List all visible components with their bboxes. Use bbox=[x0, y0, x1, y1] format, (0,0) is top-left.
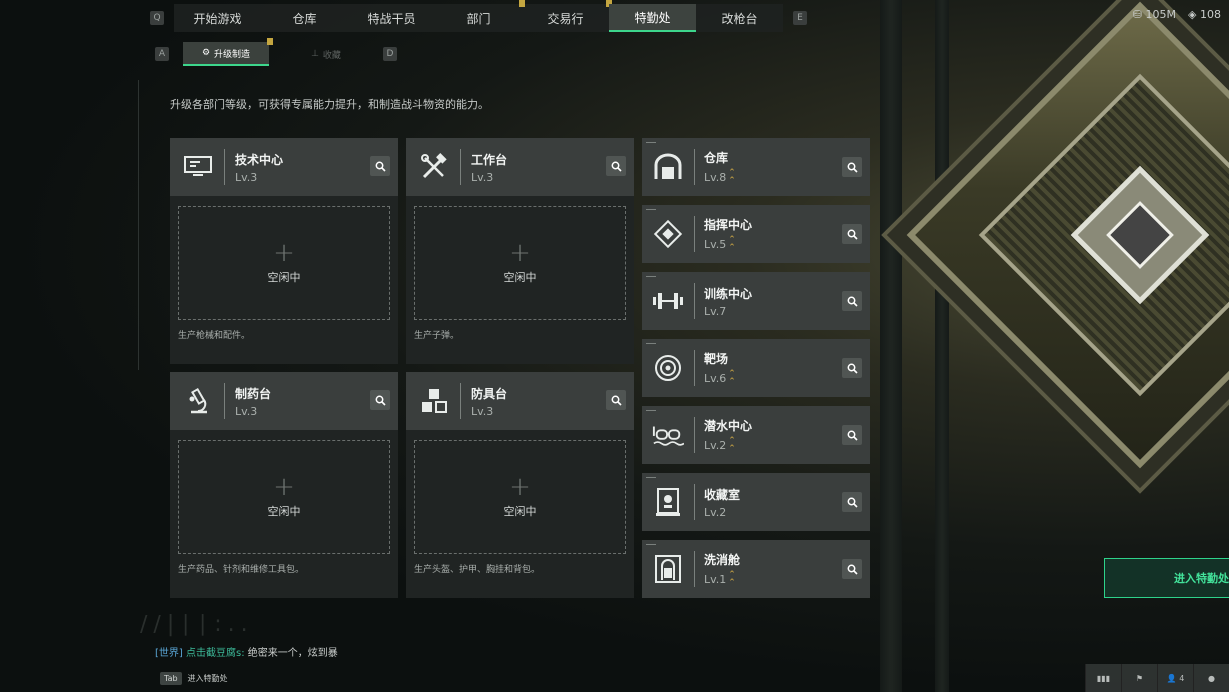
warehouse-icon bbox=[652, 151, 684, 183]
workshop-description: 生产枪械和配件。 bbox=[178, 331, 251, 341]
currency-2: ◈ 108 bbox=[1188, 8, 1221, 21]
plus-icon: + bbox=[273, 472, 295, 502]
decorative-watermark: ∕∕|∣∣:.. bbox=[140, 612, 254, 637]
menu-icon[interactable]: ● bbox=[1193, 664, 1229, 692]
cubes-icon bbox=[416, 383, 452, 419]
nav-right-key: E bbox=[793, 11, 807, 25]
workshop-name: 防具台 bbox=[471, 386, 508, 401]
workshop-level: Lv.3 bbox=[471, 404, 494, 418]
chat-message[interactable]: [世界] 点击截豆腐s: 绝密来一个，炫到暴 bbox=[155, 644, 338, 659]
tab-hint[interactable]: Tab 进入特勤处 bbox=[160, 672, 228, 685]
building-warehouse[interactable]: 仓库 Lv.8 ⌃ ⌃ bbox=[642, 138, 870, 196]
search-icon[interactable] bbox=[606, 156, 626, 176]
tab-operators[interactable]: 特战干员 bbox=[348, 4, 435, 32]
tab-department[interactable]: 部门 bbox=[435, 0, 525, 32]
subnav-left-key: A bbox=[155, 47, 169, 61]
trophy-icon bbox=[652, 486, 684, 518]
command-icon bbox=[652, 218, 684, 250]
tab-trading[interactable]: 交易行 bbox=[522, 0, 612, 32]
workshop-card-workbench: 工作台 Lv.3 + 空闲中 生产子弹。 bbox=[406, 138, 634, 364]
building-collection-room[interactable]: 收藏室 Lv.2 bbox=[642, 473, 870, 531]
top-nav: Q 开始游戏 仓库 特战干员 部门 交易行 特勤处 改枪台 E bbox=[150, 0, 807, 32]
search-icon[interactable] bbox=[842, 224, 862, 244]
building-diving-center[interactable]: 潜水中心 Lv.2 ⌃ ⌃ bbox=[642, 406, 870, 464]
upgrade-arrow-icon: ⌃ ⌃ bbox=[728, 369, 736, 387]
workshop-description: 生产头盔、护甲、胸挂和背包。 bbox=[414, 565, 541, 575]
upgrade-arrow-icon: ⌃ ⌃ bbox=[728, 436, 736, 454]
flag-icon[interactable]: ⚑ bbox=[1121, 664, 1157, 692]
tab-start-game[interactable]: 开始游戏 bbox=[174, 4, 261, 32]
building-shooting-range[interactable]: 靶场 Lv.6 ⌃ ⌃ bbox=[642, 339, 870, 397]
search-icon[interactable] bbox=[370, 156, 390, 176]
search-icon[interactable] bbox=[606, 390, 626, 410]
tab-key: Tab bbox=[160, 672, 182, 685]
microscope-icon bbox=[180, 383, 216, 419]
search-icon[interactable] bbox=[842, 358, 862, 378]
building-command-center[interactable]: 指挥中心 Lv.5 ⌃ ⌃ bbox=[642, 205, 870, 263]
plus-icon: + bbox=[273, 238, 295, 268]
search-icon[interactable] bbox=[842, 492, 862, 512]
building-decon-chamber[interactable]: 洗消舱 Lv.1 ⌃ ⌃ bbox=[642, 540, 870, 598]
currency-1: ⛁ 105M bbox=[1132, 8, 1177, 21]
divider bbox=[138, 80, 139, 370]
enter-special-ops-button[interactable]: 进入特勤处 bbox=[1104, 558, 1229, 598]
nav-left-key: Q bbox=[150, 11, 164, 25]
chat-user: 点击截豆腐s: bbox=[186, 648, 245, 659]
workshop-description: 生产药品、针剂和维修工具包。 bbox=[178, 565, 305, 575]
workshop-name: 工作台 bbox=[471, 152, 508, 167]
search-icon[interactable] bbox=[842, 157, 862, 177]
plus-icon: + bbox=[509, 472, 531, 502]
craft-slot[interactable]: + 空闲中 bbox=[178, 440, 390, 554]
monitor-icon bbox=[180, 149, 216, 185]
stats-icon[interactable]: ▮▮▮ bbox=[1085, 664, 1121, 692]
friends-icon[interactable]: 👤 4 bbox=[1157, 664, 1193, 692]
chat-channel: [世界] bbox=[155, 648, 183, 659]
tab-warehouse[interactable]: 仓库 bbox=[261, 4, 348, 32]
workshop-card-pharmacy: 制药台 Lv.3 + 空闲中 生产药品、针剂和维修工具包。 bbox=[170, 372, 398, 598]
tab-collection[interactable]: ⊥ 收藏 bbox=[283, 42, 369, 66]
tab-gunsmith[interactable]: 改枪台 bbox=[696, 4, 783, 32]
plus-icon: + bbox=[509, 238, 531, 268]
sub-nav: A ⚙ 升级制造 ⊥ 收藏 D bbox=[155, 38, 397, 66]
workshop-card-armor-bench: 防具台 Lv.3 + 空闲中 生产头盔、护甲、胸挂和背包。 bbox=[406, 372, 634, 598]
hazmat-icon bbox=[652, 553, 684, 585]
tab-upgrade-craft[interactable]: ⚙ 升级制造 bbox=[183, 38, 273, 66]
craft-slot[interactable]: + 空闲中 bbox=[178, 206, 390, 320]
workshop-level: Lv.3 bbox=[235, 170, 258, 184]
bottom-right-toolbar: ▮▮▮ ⚑ 👤 4 ● bbox=[1085, 664, 1229, 692]
subnav-right-key: D bbox=[383, 47, 397, 61]
workshop-name: 技术中心 bbox=[235, 152, 284, 167]
upgrade-arrow-icon: ⌃ ⌃ bbox=[728, 570, 736, 588]
workshop-level: Lv.3 bbox=[471, 170, 494, 184]
dumbbell-icon bbox=[652, 285, 684, 317]
gear-icon: ⚙ bbox=[201, 48, 211, 58]
tools-icon bbox=[416, 149, 452, 185]
search-icon[interactable] bbox=[842, 291, 862, 311]
workshop-card-tech-center: 技术中心 Lv.3 + 空闲中 生产枪械和配件。 bbox=[170, 138, 398, 364]
top-tabs: 开始游戏 仓库 特战干员 部门 交易行 特勤处 改枪台 bbox=[174, 0, 783, 32]
search-icon[interactable] bbox=[370, 390, 390, 410]
building-training-center[interactable]: 训练中心 Lv.7 bbox=[642, 272, 870, 330]
chat-text: 绝密来一个，炫到暴 bbox=[244, 648, 338, 659]
tab-special-ops[interactable]: 特勤处 bbox=[609, 4, 696, 32]
upgrade-arrow-icon: ⌃ ⌃ bbox=[728, 235, 736, 253]
craft-slot[interactable]: + 空闲中 bbox=[414, 440, 626, 554]
notify-marker bbox=[267, 38, 273, 45]
currency-bar: ⛁ 105M ◈ 108 bbox=[1133, 8, 1221, 21]
workshop-description: 生产子弹。 bbox=[414, 331, 460, 341]
craft-slot[interactable]: + 空闲中 bbox=[414, 206, 626, 320]
target-icon bbox=[652, 352, 684, 384]
workshop-level: Lv.3 bbox=[235, 404, 258, 418]
upgrade-arrow-icon: ⌃ ⌃ bbox=[728, 168, 736, 186]
search-icon[interactable] bbox=[842, 559, 862, 579]
workshop-name: 制药台 bbox=[235, 386, 272, 401]
page-description: 升级各部门等级，可获得专属能力提升，和制造战斗物资的能力。 bbox=[170, 98, 489, 111]
search-icon[interactable] bbox=[842, 425, 862, 445]
goggles-icon bbox=[652, 419, 684, 451]
rotating-cube-scene bbox=[906, 1, 1229, 469]
collection-icon: ⊥ bbox=[311, 49, 319, 59]
